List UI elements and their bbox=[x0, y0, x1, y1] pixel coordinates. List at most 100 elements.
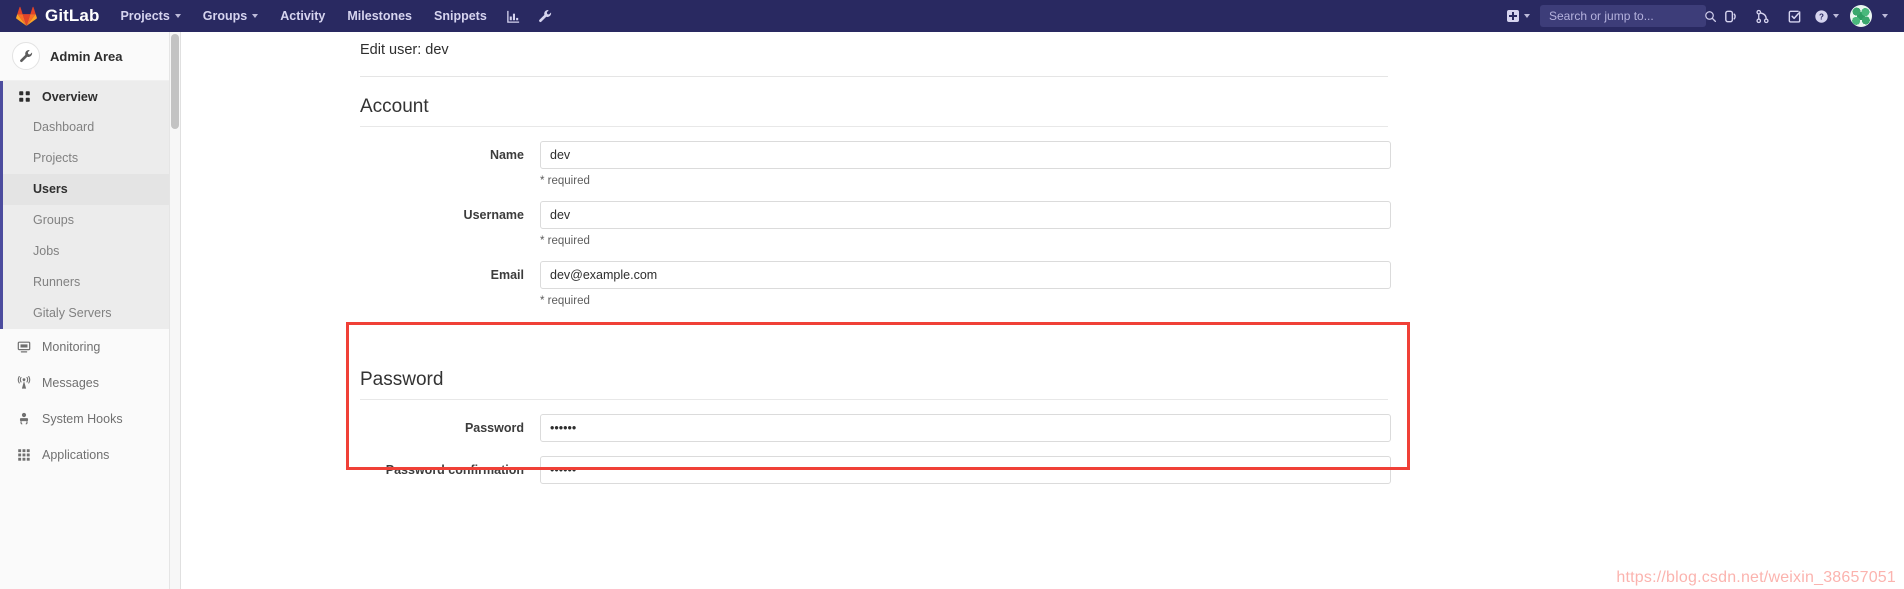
name-field-label: Name bbox=[489, 148, 524, 162]
name-field-help: * required bbox=[540, 175, 590, 187]
list-item: Dashboard bbox=[3, 112, 169, 143]
chevron-down-icon bbox=[174, 14, 181, 18]
sidebar-item-projects[interactable]: Projects bbox=[3, 143, 169, 174]
chevron-down-icon bbox=[1832, 14, 1839, 18]
monitor-icon bbox=[16, 339, 32, 355]
issues-icon[interactable] bbox=[1714, 0, 1746, 32]
nav-item-snippets-label: Snippets bbox=[434, 9, 487, 23]
password-confirmation-input[interactable] bbox=[540, 456, 1391, 484]
search-box[interactable] bbox=[1540, 5, 1717, 27]
sidebar-item-jobs[interactable]: Jobs bbox=[3, 236, 169, 267]
nav-item-activity[interactable]: Activity bbox=[269, 0, 336, 32]
help-question-icon[interactable]: ? bbox=[1810, 0, 1842, 32]
plus-square-icon bbox=[1507, 10, 1519, 22]
admin-wrench-icon[interactable] bbox=[530, 0, 562, 32]
sidebar-item-groups[interactable]: Groups bbox=[3, 205, 169, 236]
email-field-wrapper: * required bbox=[540, 261, 1391, 307]
name-input[interactable] bbox=[540, 141, 1391, 169]
password-section-divider bbox=[360, 399, 1388, 400]
chevron-down-icon bbox=[1882, 14, 1888, 18]
sidebar-item-runners[interactable]: Runners bbox=[3, 267, 169, 298]
broadcast-messages-icon bbox=[16, 375, 32, 391]
list-item: Gitaly Servers bbox=[3, 298, 169, 329]
form-row-username: Username * required bbox=[360, 201, 1904, 247]
sidebar-item-overview[interactable]: Overview bbox=[3, 81, 169, 112]
sidebar-item-system-hooks-label: System Hooks bbox=[42, 412, 123, 426]
chevron-down-icon bbox=[1524, 14, 1530, 18]
sidebar-item-monitoring[interactable]: Monitoring bbox=[0, 329, 169, 365]
create-new-button[interactable] bbox=[1499, 0, 1534, 32]
nav-item-milestones[interactable]: Milestones bbox=[336, 0, 423, 32]
overview-grid-icon bbox=[16, 89, 32, 105]
name-field-wrapper: * required bbox=[540, 141, 1391, 187]
nav-item-groups[interactable]: Groups bbox=[192, 0, 269, 32]
nav-item-groups-label: Groups bbox=[202, 9, 248, 23]
svg-text:?: ? bbox=[1819, 12, 1824, 21]
username-field-help: * required bbox=[540, 235, 590, 247]
list-item: Jobs bbox=[3, 236, 169, 267]
chevron-down-icon bbox=[252, 14, 259, 18]
sidebar-context-header[interactable]: Admin Area bbox=[0, 32, 169, 81]
password-field-label: Password bbox=[464, 421, 524, 435]
sidebar-item-dashboard[interactable]: Dashboard bbox=[3, 112, 169, 143]
account-section-divider bbox=[360, 126, 1388, 127]
nav-item-snippets[interactable]: Snippets bbox=[423, 0, 498, 32]
password-confirmation-field-label: Password confirmation bbox=[385, 463, 524, 477]
nav-item-projects-label: Projects bbox=[120, 9, 170, 23]
wrench-icon bbox=[12, 42, 40, 70]
sidebar-item-applications[interactable]: Applications bbox=[0, 437, 169, 473]
system-hooks-icon bbox=[16, 411, 32, 427]
watermark-text: https://blog.csdn.net/weixin_38657051 bbox=[1616, 569, 1896, 586]
page-title: Edit user: dev bbox=[360, 42, 449, 58]
gitlab-tanuki-logo-icon bbox=[16, 6, 37, 26]
sidebar-group-messages: Messages bbox=[0, 365, 169, 401]
email-input[interactable] bbox=[540, 261, 1391, 289]
navbar-left-group: GitLab Projects Groups Activity Mileston… bbox=[0, 0, 562, 32]
sidebar-item-overview-label: Overview bbox=[42, 89, 98, 104]
main-content: Edit user: dev Account Name * required U… bbox=[182, 32, 1904, 589]
avatar bbox=[1850, 5, 1872, 27]
password-section: Password Password Password confirmation bbox=[182, 350, 1904, 484]
password-section-heading: Password bbox=[360, 369, 444, 390]
user-menu-button[interactable] bbox=[1842, 5, 1892, 27]
admin-sidebar: Admin Area Overview Dashboard Projects U… bbox=[0, 32, 170, 589]
form-row-password-confirmation: Password confirmation bbox=[360, 456, 1904, 484]
todos-icon[interactable] bbox=[1778, 0, 1810, 32]
account-section-heading: Account bbox=[360, 96, 429, 117]
sidebar-group-overview: Overview Dashboard Projects Users Groups… bbox=[0, 81, 169, 329]
page-title-row: Edit user: dev bbox=[182, 32, 1904, 59]
nav-item-projects[interactable]: Projects bbox=[109, 0, 191, 32]
sidebar-item-system-hooks[interactable]: System Hooks bbox=[0, 401, 169, 437]
email-field-help: * required bbox=[540, 295, 590, 307]
sidebar-group-applications: Applications bbox=[0, 437, 169, 473]
sidebar-item-users[interactable]: Users bbox=[3, 174, 169, 205]
email-field-label: Email bbox=[490, 268, 524, 282]
search-input[interactable] bbox=[1549, 9, 1704, 23]
gitlab-home-link[interactable]: GitLab bbox=[0, 0, 109, 32]
sidebar-item-messages[interactable]: Messages bbox=[0, 365, 169, 401]
gitlab-brand-text: GitLab bbox=[45, 6, 100, 25]
sidebar-item-gitaly-servers[interactable]: Gitaly Servers bbox=[3, 298, 169, 329]
nav-item-milestones-label: Milestones bbox=[347, 9, 412, 23]
password-confirmation-field-wrapper bbox=[540, 456, 1391, 484]
account-section: Account Name * required Username * requi… bbox=[182, 77, 1904, 307]
list-item: Groups bbox=[3, 205, 169, 236]
sidebar-nav: Overview Dashboard Projects Users Groups… bbox=[0, 81, 169, 473]
list-item: Runners bbox=[3, 267, 169, 298]
applications-grid-icon bbox=[16, 447, 32, 463]
form-row-name: Name * required bbox=[360, 141, 1904, 187]
username-field-wrapper: * required bbox=[540, 201, 1391, 247]
sidebar-item-messages-label: Messages bbox=[42, 376, 99, 390]
sidebar-group-monitoring: Monitoring bbox=[0, 329, 169, 365]
username-field-label: Username bbox=[463, 208, 524, 222]
password-input[interactable] bbox=[540, 414, 1391, 442]
form-row-password: Password bbox=[360, 414, 1904, 442]
merge-requests-icon[interactable] bbox=[1746, 0, 1778, 32]
analytics-chart-icon[interactable] bbox=[498, 0, 530, 32]
list-item: Users bbox=[3, 174, 169, 205]
sidebar-context-title: Admin Area bbox=[50, 48, 123, 64]
sidebar-scrollbar-thumb[interactable] bbox=[171, 34, 179, 129]
sidebar-scrollbar[interactable] bbox=[170, 32, 181, 589]
username-input[interactable] bbox=[540, 201, 1391, 229]
form-row-email: Email * required bbox=[360, 261, 1904, 307]
